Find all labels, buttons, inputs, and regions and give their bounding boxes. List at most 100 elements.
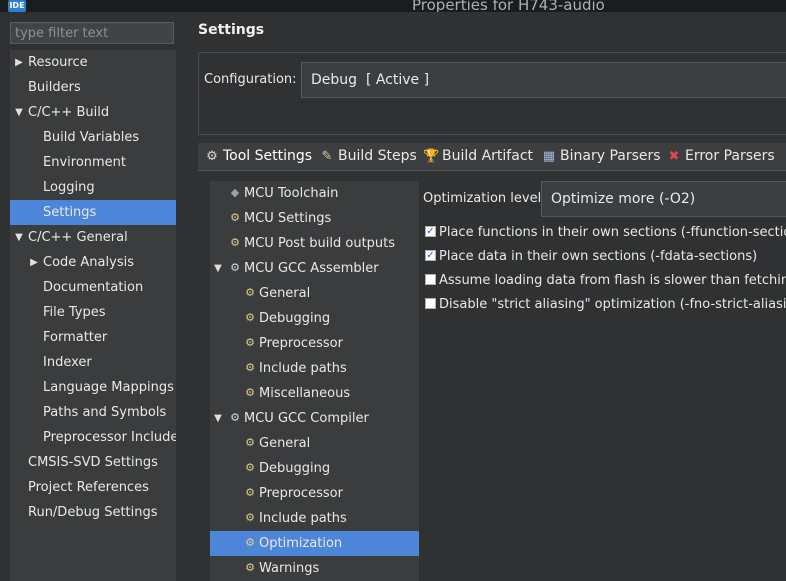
sidebar-item-resource[interactable]: ▶ Resource xyxy=(10,50,176,75)
tab-label: Binary Parsers xyxy=(560,148,661,164)
option-label: Place functions in their own sections (-… xyxy=(439,225,786,240)
settings-icon: ⚙ xyxy=(245,536,255,549)
sidebar-item-file-types[interactable]: File Types xyxy=(10,300,176,325)
sidebar-item-label: Paths and Symbols xyxy=(43,405,167,420)
sidebar-item-run-debug-settings[interactable]: Run/Debug Settings xyxy=(10,500,176,525)
sidebar-item-c-c-build[interactable]: ▼ C/C++ Build xyxy=(10,100,176,125)
chevron-right-icon[interactable]: ▶ xyxy=(14,50,24,75)
tool-tree-item-general[interactable]: ⚙ General xyxy=(210,431,419,456)
settings-icon: ⚙ xyxy=(230,236,240,249)
tool-tree-item-mcu-settings[interactable]: ⚙ MCU Settings xyxy=(210,206,419,231)
sidebar-item-build-variables[interactable]: Build Variables xyxy=(10,125,176,150)
optimization-level-select[interactable]: Optimize more (-O2) xyxy=(541,181,786,217)
page-title: Settings xyxy=(198,22,265,38)
settings-icon: ⚙ xyxy=(245,486,255,499)
configuration-label: Configuration: xyxy=(204,72,297,87)
tool-tree-label: Warnings xyxy=(259,561,320,576)
tab-binary-parsers[interactable]: ▦ Binary Parsers xyxy=(541,143,661,170)
tool-tree-label: Include paths xyxy=(259,361,347,376)
tool-tree-item-include-paths[interactable]: ⚙ Include paths xyxy=(210,506,419,531)
title-bar: IDE Properties for H743-audio xyxy=(0,0,786,12)
sidebar-item-c-c-general[interactable]: ▼ C/C++ General xyxy=(10,225,176,250)
filter-input[interactable] xyxy=(10,22,174,44)
error-icon: ✖ xyxy=(668,149,680,164)
tool-tree-item-mcu-gcc-assembler[interactable]: ▼ ⚙ MCU GCC Assembler xyxy=(210,256,419,281)
tool-tree-item-warnings[interactable]: ⚙ Warnings xyxy=(210,556,419,581)
settings-icon: ⚙ xyxy=(245,436,255,449)
chevron-down-icon[interactable]: ▼ xyxy=(213,256,223,281)
settings-icon: ⚙ xyxy=(245,561,255,574)
tool-tree-item-include-paths[interactable]: ⚙ Include paths xyxy=(210,356,419,381)
tool-tree-item-mcu-gcc-compiler[interactable]: ▼ ⚙ MCU GCC Compiler xyxy=(210,406,419,431)
checkbox-checked[interactable]: ✓ xyxy=(425,226,436,237)
window-title: Properties for H743-audio xyxy=(412,0,605,12)
sidebar-item-label: Resource xyxy=(28,55,88,70)
sidebar-item-documentation[interactable]: Documentation xyxy=(10,275,176,300)
gear-icon: ⚙ xyxy=(230,411,240,424)
tool-tree-item-preprocessor[interactable]: ⚙ Preprocessor xyxy=(210,331,419,356)
settings-icon: ⚙ xyxy=(245,386,255,399)
option-label: Disable "strict aliasing" optimization (… xyxy=(439,297,786,312)
chevron-right-icon[interactable]: ▶ xyxy=(29,250,39,275)
tool-tree-item-general[interactable]: ⚙ General xyxy=(210,281,419,306)
tool-tree-label: MCU Settings xyxy=(244,211,332,226)
sidebar-item-project-references[interactable]: Project References xyxy=(10,475,176,500)
sidebar-item-label: C/C++ General xyxy=(28,230,128,245)
sidebar-item-formatter[interactable]: Formatter xyxy=(10,325,176,350)
settings-icon: ⚙ xyxy=(245,511,255,524)
build-steps-icon: ✎ xyxy=(321,149,333,164)
settings-icon: ⚙ xyxy=(245,286,255,299)
sidebar-item-label: File Types xyxy=(43,305,106,320)
tab-build-artifact[interactable]: 🏆 Build Artifact xyxy=(423,143,533,170)
tab-label: Build Artifact xyxy=(442,148,533,164)
sidebar-item-cmsis-svd-settings[interactable]: CMSIS-SVD Settings xyxy=(10,450,176,475)
configuration-select[interactable]: Debug [ Active ] xyxy=(301,62,786,98)
sidebar-item-environment[interactable]: Environment xyxy=(10,150,176,175)
chevron-down-icon[interactable]: ▼ xyxy=(14,100,24,125)
tool-tree-item-preprocessor[interactable]: ⚙ Preprocessor xyxy=(210,481,419,506)
checkbox-unchecked[interactable] xyxy=(425,274,436,285)
tool-tree-label: General xyxy=(259,436,311,451)
tool-tree-label: MCU Post build outputs xyxy=(244,236,396,251)
sidebar-item-label: Settings xyxy=(43,205,97,220)
sidebar-item-settings[interactable]: Settings xyxy=(10,200,176,225)
tool-settings-icon: ⚙ xyxy=(206,149,218,164)
gear-icon: ⚙ xyxy=(230,261,240,274)
sidebar-item-code-analysis[interactable]: ▶ Code Analysis xyxy=(10,250,176,275)
toolchain-icon: ◆ xyxy=(230,186,240,199)
tool-tree-item-debugging[interactable]: ⚙ Debugging xyxy=(210,456,419,481)
sidebar-item-label: Environment xyxy=(43,155,127,170)
binary-parsers-icon: ▦ xyxy=(542,149,556,164)
tool-tree-item-mcu-toolchain[interactable]: ◆ MCU Toolchain xyxy=(210,181,419,206)
settings-icon: ⚙ xyxy=(245,311,255,324)
chevron-down-icon[interactable]: ▼ xyxy=(14,225,24,250)
chevron-down-icon[interactable]: ▼ xyxy=(213,406,223,431)
sidebar-item-paths-and-symbols[interactable]: Paths and Symbols xyxy=(10,400,176,425)
tool-tree-item-debugging[interactable]: ⚙ Debugging xyxy=(210,306,419,331)
settings-icon: ⚙ xyxy=(245,461,255,474)
tool-tree-item-miscellaneous[interactable]: ⚙ Miscellaneous xyxy=(210,381,419,406)
tool-tree-label: Miscellaneous xyxy=(259,386,351,401)
app-logo-icon: IDE xyxy=(8,0,26,12)
tool-settings-tree: ◆ MCU Toolchain ⚙ MCU Settings ⚙ MCU Post bui… xyxy=(210,181,419,581)
tool-tree-label: Optimization xyxy=(259,536,343,551)
sidebar-item-logging[interactable]: Logging xyxy=(10,175,176,200)
optimization-level-label: Optimization level xyxy=(423,191,542,206)
tab-build-steps[interactable]: ✎ Build Steps xyxy=(319,143,417,170)
sidebar-item-label: Builders xyxy=(28,80,81,95)
sidebar-item-language-mappings[interactable]: Language Mappings xyxy=(10,375,176,400)
sidebar-item-indexer[interactable]: Indexer xyxy=(10,350,176,375)
checkbox-checked[interactable]: ✓ xyxy=(425,250,436,261)
checkbox-unchecked[interactable] xyxy=(425,298,436,309)
tab-error-parsers[interactable]: ✖ Error Parsers xyxy=(666,143,775,170)
tool-tree-label: MCU GCC Assembler xyxy=(244,261,379,276)
sidebar-item-builders[interactable]: Builders xyxy=(10,75,176,100)
sidebar-item-label: Language Mappings xyxy=(43,380,174,395)
sidebar-item-label: Code Analysis xyxy=(43,255,134,270)
sidebar-item-preprocessor-include[interactable]: Preprocessor Include xyxy=(10,425,176,450)
sidebar-item-label: Build Variables xyxy=(43,130,140,145)
tab-tool-settings[interactable]: ⚙ Tool Settings xyxy=(204,143,312,170)
tool-tree-item-mcu-post-build-outputs[interactable]: ⚙ MCU Post build outputs xyxy=(210,231,419,256)
tool-tree-label: MCU GCC Compiler xyxy=(244,411,369,426)
tool-tree-item-optimization[interactable]: ⚙ Optimization xyxy=(210,531,419,556)
